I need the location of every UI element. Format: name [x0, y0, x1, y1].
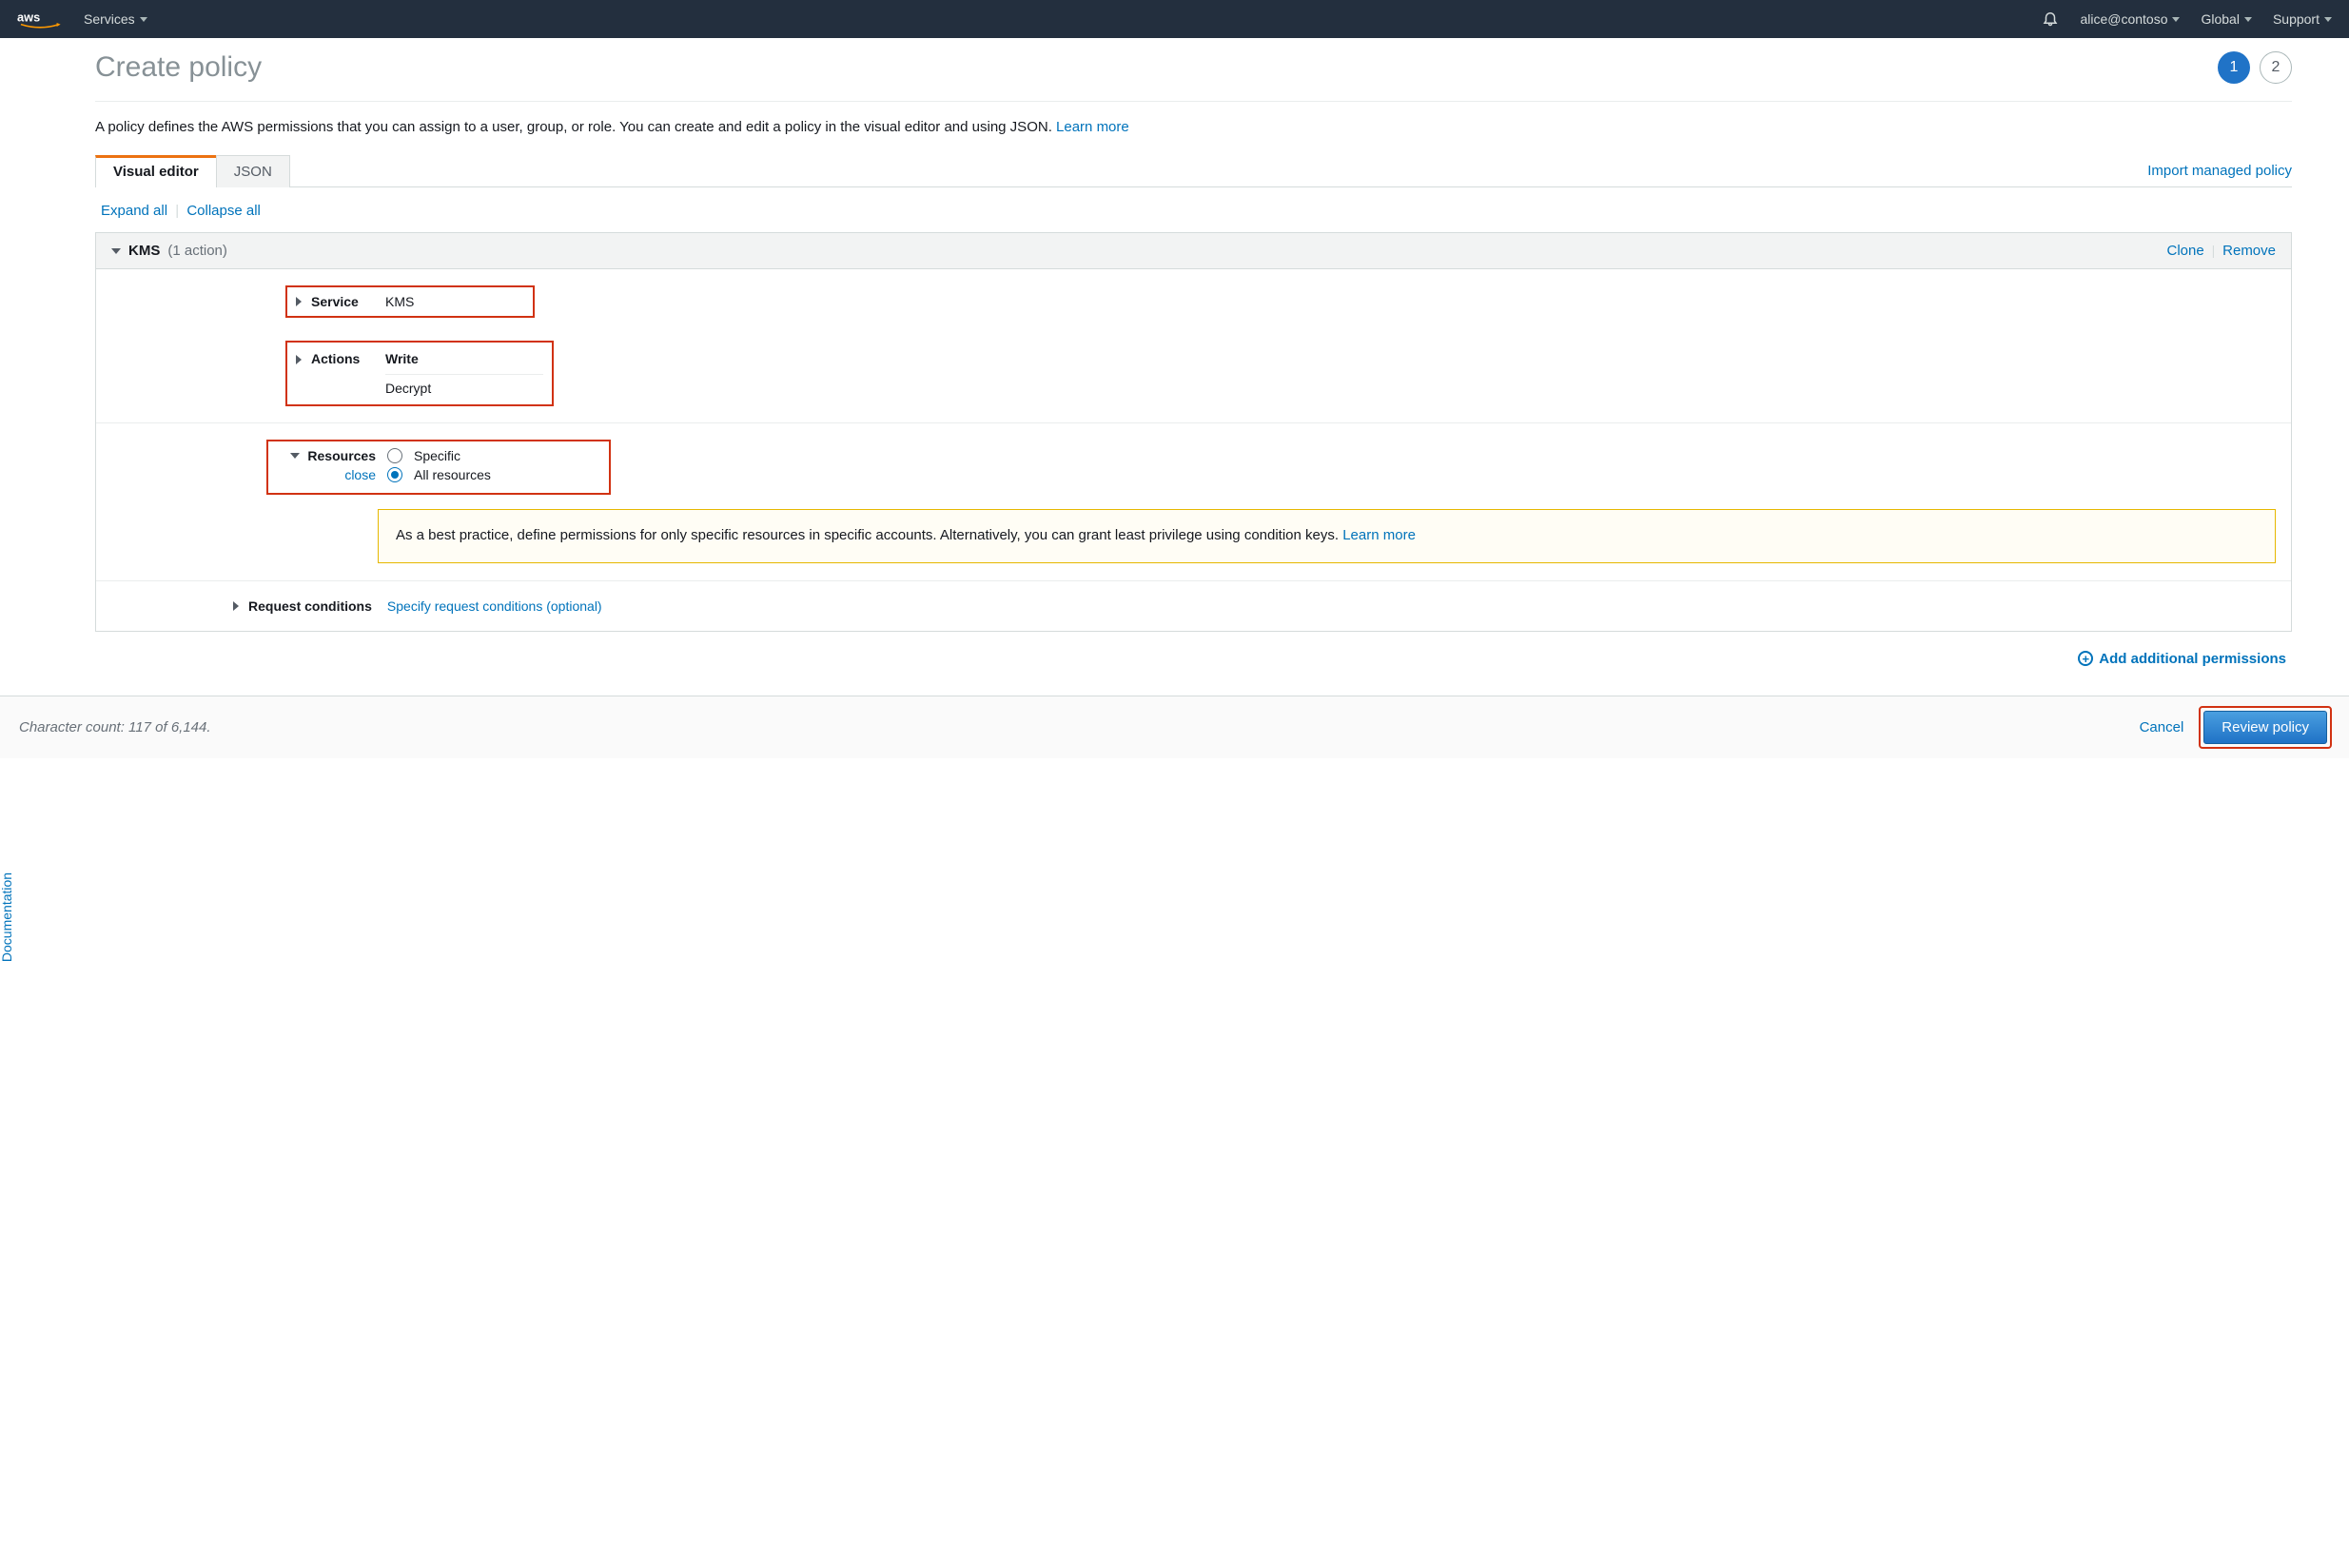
support-label: Support: [2273, 11, 2320, 27]
chevron-right-icon[interactable]: [296, 355, 302, 364]
remove-link[interactable]: Remove: [2222, 243, 2276, 259]
resource-option-specific[interactable]: Specific: [387, 448, 600, 463]
divider: [385, 374, 543, 375]
tab-visual-editor[interactable]: Visual editor: [95, 155, 217, 187]
page-title: Create policy: [95, 51, 262, 84]
chevron-down-icon: [2244, 17, 2252, 22]
review-button-annotation: Review policy: [2201, 708, 2330, 747]
add-permissions-label: Add additional permissions: [2099, 651, 2286, 667]
radio-checked-icon: [387, 467, 402, 482]
actions-label: Actions: [311, 349, 374, 366]
chevron-right-icon[interactable]: [233, 601, 239, 611]
region-menu[interactable]: Global: [2201, 11, 2251, 27]
radio-unchecked-icon: [387, 448, 402, 463]
account-menu[interactable]: alice@contoso: [2080, 11, 2180, 27]
chevron-down-icon: [111, 248, 121, 254]
service-value: KMS: [385, 294, 414, 309]
actions-value-decrypt: Decrypt: [385, 379, 543, 398]
tab-json[interactable]: JSON: [216, 155, 290, 187]
account-label: alice@contoso: [2080, 11, 2167, 27]
chevron-down-icon: [140, 17, 147, 22]
documentation-tab[interactable]: Documentation: [0, 872, 14, 962]
chevron-down-icon: [2324, 17, 2332, 22]
top-nav: aws Services alice@contoso Global Suppor…: [0, 0, 2349, 38]
permission-block-header[interactable]: KMS (1 action) Clone | Remove: [96, 233, 2291, 269]
review-policy-button[interactable]: Review policy: [2203, 711, 2327, 744]
expand-all-link[interactable]: Expand all: [101, 203, 167, 219]
chevron-down-icon[interactable]: [290, 453, 300, 459]
conditions-value-link[interactable]: Specify request conditions (optional): [387, 598, 602, 614]
warning-text: As a best practice, define permissions f…: [396, 527, 1342, 543]
intro-text: A policy defines the AWS permissions tha…: [95, 119, 2292, 135]
resources-warning: As a best practice, define permissions f…: [378, 509, 2276, 563]
plus-circle-icon: +: [2078, 651, 2093, 666]
editor-tabs: Visual editor JSON: [95, 154, 290, 186]
warning-learn-more-link[interactable]: Learn more: [1342, 527, 1416, 543]
notifications-icon[interactable]: [2042, 10, 2059, 29]
block-service-name: KMS: [128, 243, 160, 259]
resource-option-all[interactable]: All resources: [387, 467, 600, 482]
intro-body: A policy defines the AWS permissions tha…: [95, 119, 1056, 135]
resources-close-link[interactable]: close: [344, 467, 376, 482]
services-label: Services: [84, 11, 135, 27]
service-label: Service: [311, 294, 374, 309]
footer-bar: Character count: 117 of 6,144. Cancel Re…: [0, 696, 2349, 758]
add-permissions-button[interactable]: + Add additional permissions: [2078, 651, 2286, 667]
clone-link[interactable]: Clone: [2167, 243, 2204, 259]
block-action-count: (1 action): [167, 243, 227, 259]
documentation-tab-container: Documentation: [0, 0, 34, 1568]
actions-value-write: Write: [385, 349, 543, 368]
step-1[interactable]: 1: [2218, 51, 2250, 84]
permission-block: KMS (1 action) Clone | Remove Service KM…: [95, 232, 2292, 632]
cancel-button[interactable]: Cancel: [2140, 719, 2184, 735]
region-label: Global: [2201, 11, 2239, 27]
chevron-down-icon: [2172, 17, 2180, 22]
collapse-all-link[interactable]: Collapse all: [186, 203, 261, 219]
support-menu[interactable]: Support: [2273, 11, 2332, 27]
learn-more-link[interactable]: Learn more: [1056, 119, 1129, 135]
wizard-steps: 1 2: [2218, 51, 2292, 84]
step-2[interactable]: 2: [2260, 51, 2292, 84]
separator: |: [2212, 243, 2216, 258]
divider: [95, 101, 2292, 102]
conditions-label: Request conditions: [248, 598, 372, 614]
character-count: Character count: 117 of 6,144.: [19, 719, 211, 735]
resource-all-label: All resources: [414, 467, 491, 482]
import-managed-policy-link[interactable]: Import managed policy: [2147, 163, 2292, 186]
separator: |: [175, 203, 179, 219]
services-menu[interactable]: Services: [84, 11, 147, 27]
chevron-right-icon[interactable]: [296, 297, 302, 306]
resources-label: Resources: [307, 448, 376, 463]
resource-specific-label: Specific: [414, 448, 460, 463]
